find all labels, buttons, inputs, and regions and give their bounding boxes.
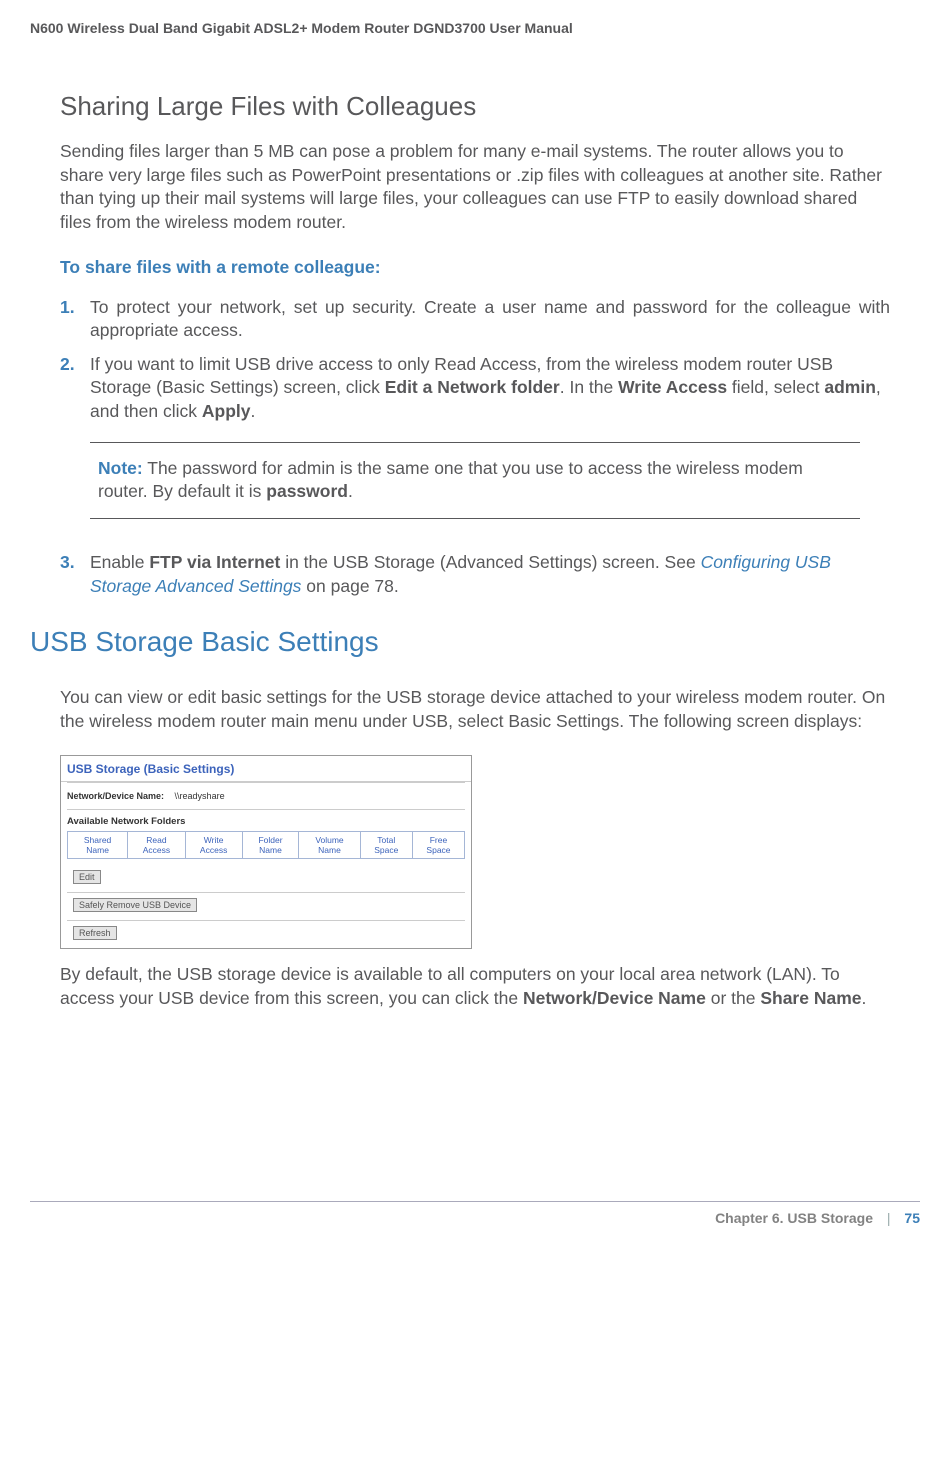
step2-c: . In the [560, 377, 618, 397]
col-volume-name: Volume Name [299, 832, 360, 859]
col-free-space: Free Space [412, 832, 464, 859]
step2-edit-network-folder: Edit a Network folder [385, 377, 560, 397]
edit-button[interactable]: Edit [73, 870, 101, 884]
safely-remove-button[interactable]: Safely Remove USB Device [73, 898, 197, 912]
page-footer: Chapter 6. USB Storage | 75 [30, 1201, 920, 1226]
network-device-name-row: Network/Device Name: \\readyshare [61, 783, 471, 809]
note-box: Note: The password for admin is the same… [90, 442, 860, 519]
steps-list-cont: 3. Enable FTP via Internet in the USB St… [60, 551, 890, 598]
share-files-subheading: To share files with a remote colleague: [60, 257, 890, 278]
step2-write-access: Write Access [618, 377, 727, 397]
share-name-bold: Share Name [760, 988, 861, 1008]
sharing-intro: Sending files larger than 5 MB can pose … [60, 140, 890, 235]
col-shared-name: Shared Name [68, 832, 128, 859]
network-device-value: \\readyshare [172, 791, 225, 801]
after-e: . [862, 988, 867, 1008]
step3-marker: 3. [60, 551, 90, 598]
network-device-name-bold: Network/Device Name [523, 988, 706, 1008]
steps-list: 1. To protect your network, set up secur… [60, 296, 890, 424]
step3-text: Enable FTP via Internet in the USB Stora… [90, 551, 890, 598]
step2-apply: Apply [202, 401, 251, 421]
step3-d: on page 78. [301, 576, 398, 596]
footer-separator: | [887, 1210, 891, 1226]
footer-chapter: Chapter 6. USB Storage [715, 1210, 873, 1226]
after-c: or the [706, 988, 760, 1008]
step2-e: field, select [727, 377, 824, 397]
section-heading-usb-basic: USB Storage Basic Settings [30, 626, 920, 658]
refresh-button[interactable]: Refresh [73, 926, 117, 940]
screenshot-title: USB Storage (Basic Settings) [61, 756, 471, 782]
col-write-access: Write Access [185, 832, 242, 859]
step2-admin: admin [824, 377, 876, 397]
step2-text: If you want to limit USB drive access to… [90, 353, 890, 424]
col-read-access: Read Access [128, 832, 186, 859]
folders-table: Shared Name Read Access Write Access Fol… [67, 831, 465, 859]
manual-header: N600 Wireless Dual Band Gigabit ADSL2+ M… [30, 20, 920, 36]
footer-page-number: 75 [904, 1210, 920, 1226]
section-heading-sharing: Sharing Large Files with Colleagues [60, 91, 890, 122]
step1-text: To protect your network, set up security… [90, 296, 890, 343]
step3-a: Enable [90, 552, 149, 572]
col-total-space: Total Space [360, 832, 412, 859]
step3-ftp-via-internet: FTP via Internet [149, 552, 280, 572]
note-password: password [266, 481, 348, 501]
after-screenshot-text: By default, the USB storage device is av… [60, 963, 890, 1010]
usb-storage-screenshot: USB Storage (Basic Settings) Network/Dev… [60, 755, 472, 949]
step-3: 3. Enable FTP via Internet in the USB St… [60, 551, 890, 598]
note-end: . [348, 481, 353, 501]
note-label: Note: [98, 458, 143, 478]
available-folders-label: Available Network Folders [61, 810, 471, 831]
col-folder-name: Folder Name [242, 832, 299, 859]
step3-c: in the USB Storage (Advanced Settings) s… [280, 552, 700, 572]
note-text: The password for admin is the same one t… [98, 458, 803, 502]
step-2: 2. If you want to limit USB drive access… [60, 353, 890, 424]
usb-basic-intro: You can view or edit basic settings for … [60, 686, 890, 733]
step1-marker: 1. [60, 296, 90, 343]
step-1: 1. To protect your network, set up secur… [60, 296, 890, 343]
step2-marker: 2. [60, 353, 90, 424]
network-device-label: Network/Device Name: [67, 791, 164, 801]
step2-i: . [251, 401, 256, 421]
